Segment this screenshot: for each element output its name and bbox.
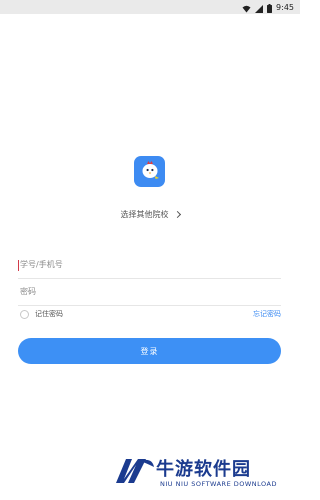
niuniu-logo-icon bbox=[112, 455, 156, 485]
watermark-name: 牛游软件园 bbox=[156, 459, 251, 480]
remember-label[interactable]: 记住密码 bbox=[35, 309, 63, 319]
remember-checkbox[interactable] bbox=[20, 310, 29, 319]
status-time: 9:45 bbox=[276, 2, 294, 12]
school-selector-label: 选择其他院校 bbox=[120, 209, 169, 219]
chick-logo-icon bbox=[139, 159, 161, 185]
login-button[interactable]: 登录 bbox=[18, 338, 281, 364]
status-bar: 9:45 bbox=[0, 0, 300, 14]
password-input[interactable] bbox=[18, 278, 281, 305]
forgot-password-link[interactable]: 忘记密码 bbox=[253, 309, 281, 319]
account-field-container bbox=[18, 251, 281, 279]
status-icons: 9:45 bbox=[242, 1, 294, 13]
chevron-right-icon bbox=[173, 210, 181, 219]
watermark: 牛游软件园 NIU NIU SOFTWARE DOWNLOAD bbox=[112, 455, 298, 495]
remember-row: 记住密码 忘记密码 bbox=[18, 308, 281, 322]
account-input[interactable] bbox=[18, 251, 281, 278]
text-caret bbox=[18, 260, 19, 271]
battery-icon bbox=[267, 0, 273, 17]
signal-icon bbox=[255, 0, 264, 17]
app-logo bbox=[134, 156, 165, 187]
school-selector[interactable]: 选择其他院校 bbox=[0, 207, 300, 221]
password-field-container bbox=[18, 278, 281, 306]
watermark-subtitle: NIU NIU SOFTWARE DOWNLOAD bbox=[160, 480, 278, 488]
wifi-icon bbox=[242, 0, 251, 17]
